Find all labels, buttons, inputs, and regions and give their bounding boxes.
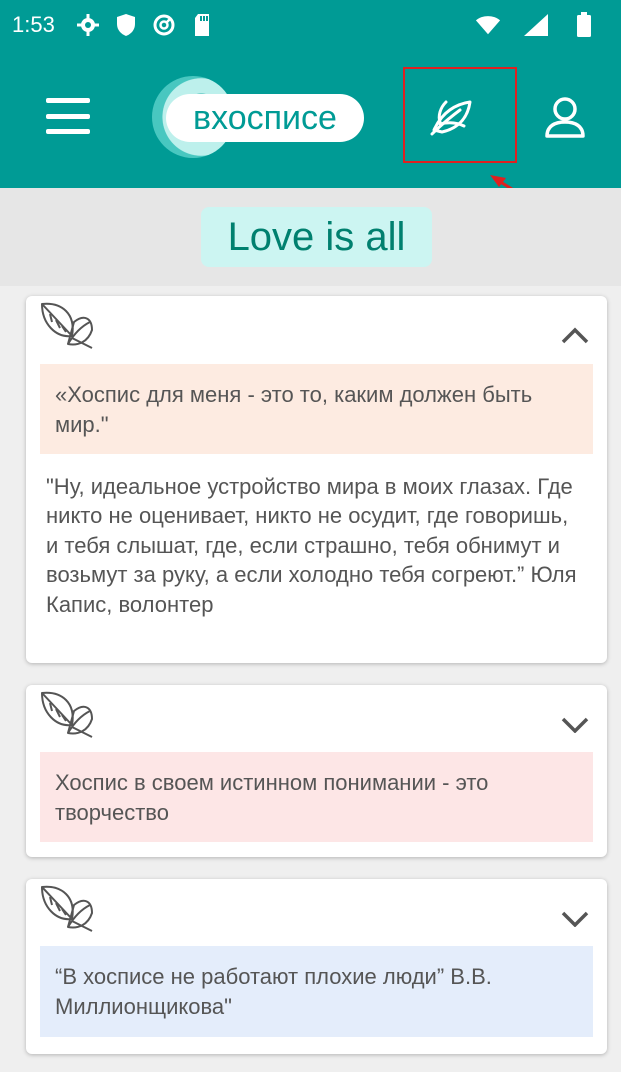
hamburger-line-icon: [46, 129, 90, 134]
card-quote: Хоспис в своем истинном понимании - это …: [40, 752, 593, 842]
banner-title: Love is all: [201, 207, 432, 267]
leaf-outline-icon: [41, 691, 93, 738]
signal-icon: [523, 12, 549, 38]
leaf-icon: [430, 100, 472, 136]
chevron-down-icon[interactable]: [561, 715, 589, 733]
chevron-up-icon[interactable]: [561, 326, 589, 344]
shield-icon: [113, 12, 139, 38]
sd-card-icon: [189, 12, 215, 38]
chevron-down-icon[interactable]: [561, 909, 589, 927]
battery-icon: [571, 12, 597, 38]
card-body: "Ну, идеальное устройство мира в моих гл…: [46, 474, 577, 617]
hamburger-line-icon: [46, 98, 90, 103]
leaf-button[interactable]: [426, 90, 478, 142]
app-bar: вхосписе: [0, 50, 621, 188]
profile-button[interactable]: [540, 94, 590, 144]
app-logo[interactable]: вхосписе: [152, 76, 372, 158]
quote-card[interactable]: “В хосписе не работают плохие люди” В.В.…: [26, 879, 607, 1054]
hamburger-line-icon: [46, 113, 90, 119]
leaf-outline-icon: [41, 302, 93, 349]
user-icon: [545, 97, 585, 138]
status-bar: 1:53: [0, 0, 621, 50]
banner: Love is all: [0, 188, 621, 286]
card-quote: “В хосписе не работают плохие люди” В.В.…: [40, 946, 593, 1037]
at-sign-icon: [151, 12, 177, 38]
quote-card[interactable]: «Хоспис для меня - это то, каким должен …: [26, 296, 607, 663]
quote-card[interactable]: Хоспис в своем истинном понимании - это …: [26, 685, 607, 857]
leaf-outline-icon: [41, 885, 93, 932]
settings-icon: [75, 12, 101, 38]
wifi-icon: [475, 12, 501, 38]
menu-button[interactable]: [46, 98, 90, 134]
app-screen: 1:53 вхосписе Love is all «Хоспис для ме…: [0, 0, 621, 1072]
logo-text: вхосписе: [166, 94, 364, 142]
card-quote: «Хоспис для меня - это то, каким должен …: [40, 364, 593, 454]
status-time: 1:53: [12, 12, 55, 37]
